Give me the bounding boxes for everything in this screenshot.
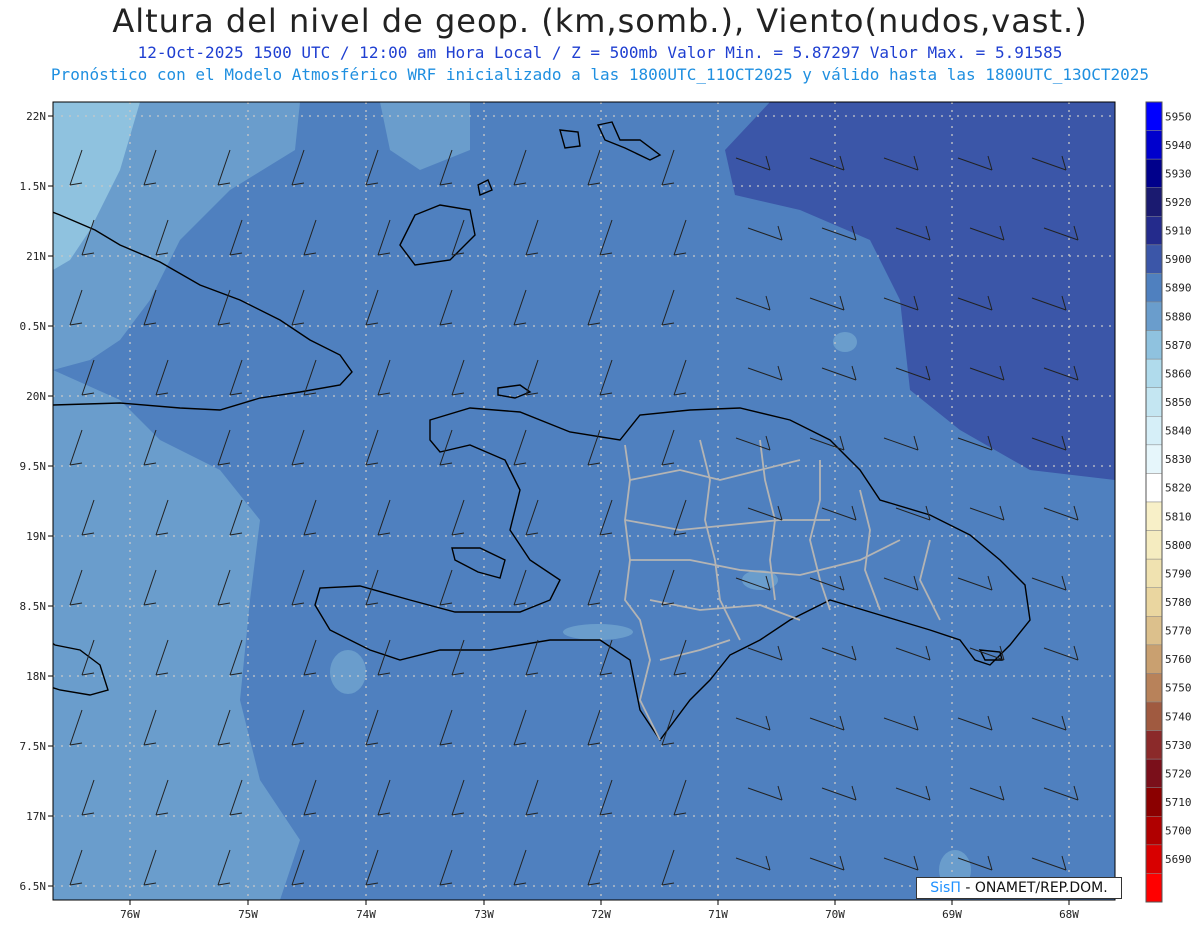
legend-label: 5840	[1165, 425, 1192, 438]
lon-tick-label: 72W	[591, 908, 611, 921]
legend-label: 5740	[1165, 710, 1192, 723]
lon-tick-label: 74W	[356, 908, 376, 921]
lon-tick-label: 73W	[474, 908, 494, 921]
lat-tick-label: 22N	[26, 110, 46, 123]
legend-label: 5700	[1165, 825, 1192, 838]
fill-5880-spot	[330, 650, 366, 694]
legend-label: 5900	[1165, 253, 1192, 266]
legend-swatch	[1145, 616, 1163, 646]
legend-label: 5710	[1165, 796, 1192, 809]
legend-label: 5770	[1165, 625, 1192, 638]
legend-label: 5800	[1165, 539, 1192, 552]
lat-tick-label: 0.5N	[20, 320, 47, 333]
fill-5880-spot	[563, 624, 633, 640]
legend-label: 5690	[1165, 853, 1192, 866]
lon-tick-label: 75W	[238, 908, 258, 921]
lat-tick-label: 1.5N	[20, 180, 47, 193]
legend-label: 5780	[1165, 596, 1192, 609]
lat-tick-label: 6.5N	[20, 880, 47, 893]
legend-label: 5790	[1165, 567, 1192, 580]
lat-tick-label: 20N	[26, 390, 46, 403]
legend-label: 5940	[1165, 139, 1192, 152]
legend-swatch	[1145, 730, 1163, 760]
lat-tick-label: 8.5N	[20, 600, 47, 613]
lat-tick-label: 18N	[26, 670, 46, 683]
lat-tick-label: 7.5N	[20, 740, 47, 753]
legend-label: 5750	[1165, 682, 1192, 695]
lat-tick-label: 21N	[26, 250, 46, 263]
legend-label: 5730	[1165, 739, 1192, 752]
legend-swatch	[1145, 501, 1163, 531]
credit-brand: SisΠ	[930, 880, 961, 896]
legend-swatch	[1145, 158, 1163, 188]
legend-swatch	[1145, 673, 1163, 703]
color-legend: 5950 5940 5930 5920 5910 5900 5890 5880 5870 5860…	[1145, 101, 1192, 903]
legend-label: 5890	[1165, 282, 1192, 295]
lon-tick-label: 68W	[1059, 908, 1079, 921]
legend-label: 5950	[1165, 110, 1192, 123]
geopotential-fill	[53, 102, 1115, 900]
legend-swatch	[1145, 587, 1163, 617]
legend-label: 5870	[1165, 339, 1192, 352]
legend-label: 5810	[1165, 510, 1192, 523]
legend-swatch	[1145, 873, 1163, 903]
legend-swatch	[1145, 130, 1163, 160]
credit-text: - ONAMET/REP.DOM.	[960, 880, 1108, 896]
lat-tick-label: 9.5N	[20, 460, 47, 473]
legend-label: 5910	[1165, 225, 1192, 238]
legend-swatch	[1145, 101, 1163, 131]
legend-label: 5830	[1165, 453, 1192, 466]
lon-tick-label: 76W	[120, 908, 140, 921]
legend-label: 5930	[1165, 167, 1192, 180]
lat-tick-label: 19N	[26, 530, 46, 543]
legend-swatch	[1145, 787, 1163, 817]
lon-tick-label: 71W	[708, 908, 728, 921]
legend-swatch	[1145, 644, 1163, 674]
legend-swatch	[1145, 187, 1163, 217]
legend-swatch	[1145, 473, 1163, 503]
legend-swatch	[1145, 273, 1163, 303]
legend-swatch	[1145, 330, 1163, 360]
legend-swatch	[1145, 701, 1163, 731]
lon-tick-label: 69W	[942, 908, 962, 921]
legend-swatch	[1145, 844, 1163, 874]
legend-swatch	[1145, 387, 1163, 417]
legend-label: 5760	[1165, 653, 1192, 666]
legend-swatch	[1145, 558, 1163, 588]
legend-swatch	[1145, 816, 1163, 846]
legend-label: 5860	[1165, 367, 1192, 380]
legend-label: 5920	[1165, 196, 1192, 209]
legend-swatch	[1145, 530, 1163, 560]
fill-5880-spot	[833, 332, 857, 352]
legend-swatch	[1145, 301, 1163, 331]
map-canvas: 22N 1.5N 21N 0.5N 20N 9.5N 19N 8.5N 18N 7.5N 17N 6.…	[20, 101, 1192, 921]
legend-swatch	[1145, 444, 1163, 474]
legend-swatch	[1145, 416, 1163, 446]
legend-label: 5850	[1165, 396, 1192, 409]
lat-tick-label: 17N	[26, 810, 46, 823]
legend-swatch	[1145, 758, 1163, 788]
legend-label: 5820	[1165, 482, 1192, 495]
legend-swatch	[1145, 358, 1163, 388]
legend-swatch	[1145, 216, 1163, 246]
lon-tick-label: 70W	[825, 908, 845, 921]
credit-box: SisΠ - ONAMET/REP.DOM.	[916, 877, 1122, 899]
legend-label: 5880	[1165, 310, 1192, 323]
legend-label: 5720	[1165, 767, 1192, 780]
legend-swatch	[1145, 244, 1163, 274]
